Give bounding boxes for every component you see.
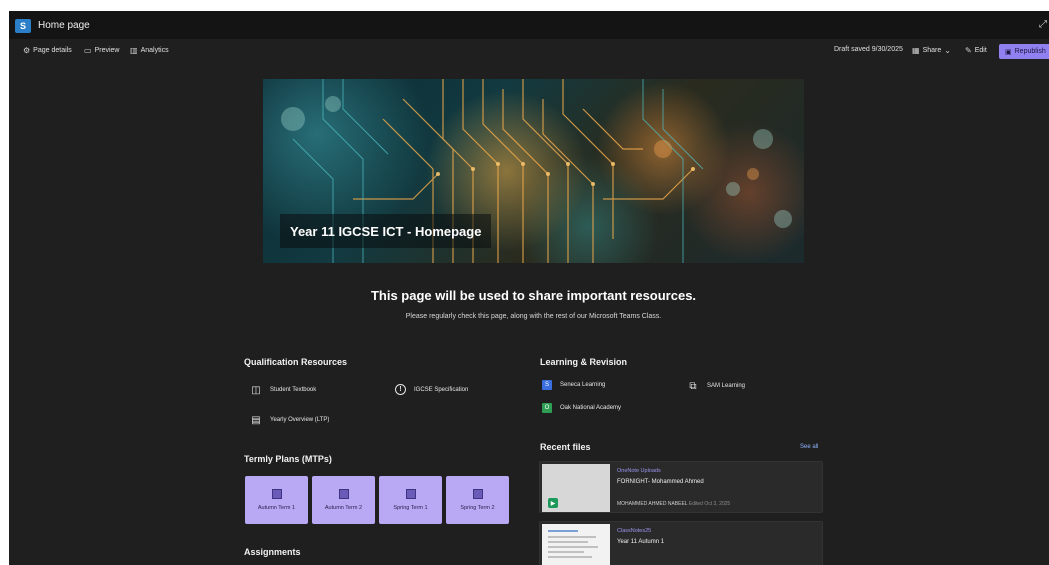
hero-title: Year 11 IGCSE ICT - Homepage [290,223,482,239]
resource-label: Yearly Overview (LTP) [270,417,330,423]
seneca-icon: S [542,380,552,390]
intro-headline: This page will be used to share importan… [370,288,697,303]
republish-icon: ▣ [1005,48,1012,56]
file-edited: Edited Oct 3, 2025 [688,501,731,507]
oak-icon: O [542,403,552,413]
republish-label: Republish [1014,48,1046,55]
resource-igcse-specification[interactable]: ! IGCSE Specification [395,384,468,395]
term-label: Spring Term 1 [393,505,428,511]
pencil-icon: ✎ [965,46,972,55]
book-icon: ◫ [251,384,261,396]
app-window: S Home page ⤢ ⚙ Page details ▭ Preview ▥… [9,11,1049,565]
draft-status: Draft saved 9/30/2025 [834,46,903,53]
file-location: ClassNotes25 [617,528,652,534]
preview-button[interactable]: ▭ Preview [84,46,119,55]
termly-heading: Termly Plans (MTPs) [244,454,332,464]
info-icon: ! [395,384,406,395]
grid-icon [271,489,282,499]
sharepoint-logo-icon: S [15,19,31,33]
preview-label: Preview [94,47,120,54]
external-link-icon: ⧉ [689,380,697,392]
file-author: MOHAMMED AHMED NABEEL [617,501,688,507]
edit-button[interactable]: ✎ Edit [965,46,987,55]
link-sam-learning[interactable]: ⧉ SAM Learning [687,380,745,392]
share-label: Share [922,47,942,54]
file-name: FORNIGHT- Mohammed Ahmed [617,479,704,485]
draft-status-label: Draft saved 9/30/2025 [834,46,903,53]
resource-yearly-overview[interactable]: ▤ Yearly Overview (LTP) [250,414,329,426]
learning-heading: Learning & Revision [540,357,628,367]
gear-icon: ⚙ [23,46,31,55]
republish-button[interactable]: ▣ Republish [999,44,1049,59]
window-title: Home page [38,20,90,31]
term-label: Autumn Term 1 [257,505,296,511]
resource-student-textbook[interactable]: ◫ Student Textbook [250,384,316,396]
file-thumbnail [542,524,610,565]
hero-title-box: Year 11 IGCSE ICT - Homepage [280,214,492,248]
qualification-heading: Qualification Resources [244,357,348,367]
term-label: Autumn Term 2 [324,505,363,511]
link-label: Seneca Learning [560,382,606,388]
grid-icon [338,489,349,499]
share-icon: ▦ [912,46,920,55]
see-all-link[interactable]: See all [800,444,818,450]
term-tile-spring-1[interactable]: Spring Term 1 [379,476,442,524]
link-label: SAM Learning [707,383,746,389]
analytics-label: Analytics [140,47,169,54]
term-tile-autumn-2[interactable]: Autumn Term 2 [312,476,375,524]
edit-label: Edit [974,47,987,54]
calendar-icon: ▤ [251,414,261,426]
file-name: Year 11 Autumn 1 [617,539,665,545]
hero-banner: Year 11 IGCSE ICT - Homepage [263,79,804,263]
assignments-heading: Assignments [244,547,301,557]
file-meta: MOHAMMED AHMED NABEEL Edited Oct 3, 2025 [617,501,730,507]
preview-icon: ▭ [84,46,92,55]
link-oak-national-academy[interactable]: O Oak National Academy [542,403,621,413]
term-label: Spring Term 2 [460,505,495,511]
grid-icon [405,489,416,499]
intro-subline: Please regularly check this page, along … [405,313,662,320]
recent-file-card[interactable]: ▶ OneNote Uploads FORNIGHT- Mohammed Ahm… [539,461,823,513]
recent-files-heading: Recent files [540,442,591,452]
term-tile-spring-2[interactable]: Spring Term 2 [446,476,509,524]
expand-icon[interactable]: ⤢ [1039,19,1047,30]
link-seneca-learning[interactable]: S Seneca Learning [542,380,605,390]
analytics-button[interactable]: ▥ Analytics [130,46,169,55]
command-bar: ⚙ Page details ▭ Preview ▥ Analytics Dra… [9,39,1049,63]
resource-label: IGCSE Specification [414,386,469,393]
page-details-button[interactable]: ⚙ Page details [23,46,72,55]
chevron-down-icon: ⌄ [944,46,951,55]
term-tile-autumn-1[interactable]: Autumn Term 1 [245,476,308,524]
resource-label: Student Textbook [270,387,317,393]
grid-icon [472,489,483,499]
file-thumbnail: ▶ [542,464,610,512]
onenote-icon: ▶ [548,498,558,508]
file-location: OneNote Uploads [617,468,661,474]
share-button[interactable]: ▦ Share ⌄ [912,46,951,55]
analytics-icon: ▥ [130,46,138,55]
title-bar: S Home page ⤢ [9,11,1049,39]
link-label: Oak National Academy [560,405,622,411]
recent-file-card[interactable]: ClassNotes25 Year 11 Autumn 1 [539,521,823,565]
page-details-label: Page details [33,47,72,54]
